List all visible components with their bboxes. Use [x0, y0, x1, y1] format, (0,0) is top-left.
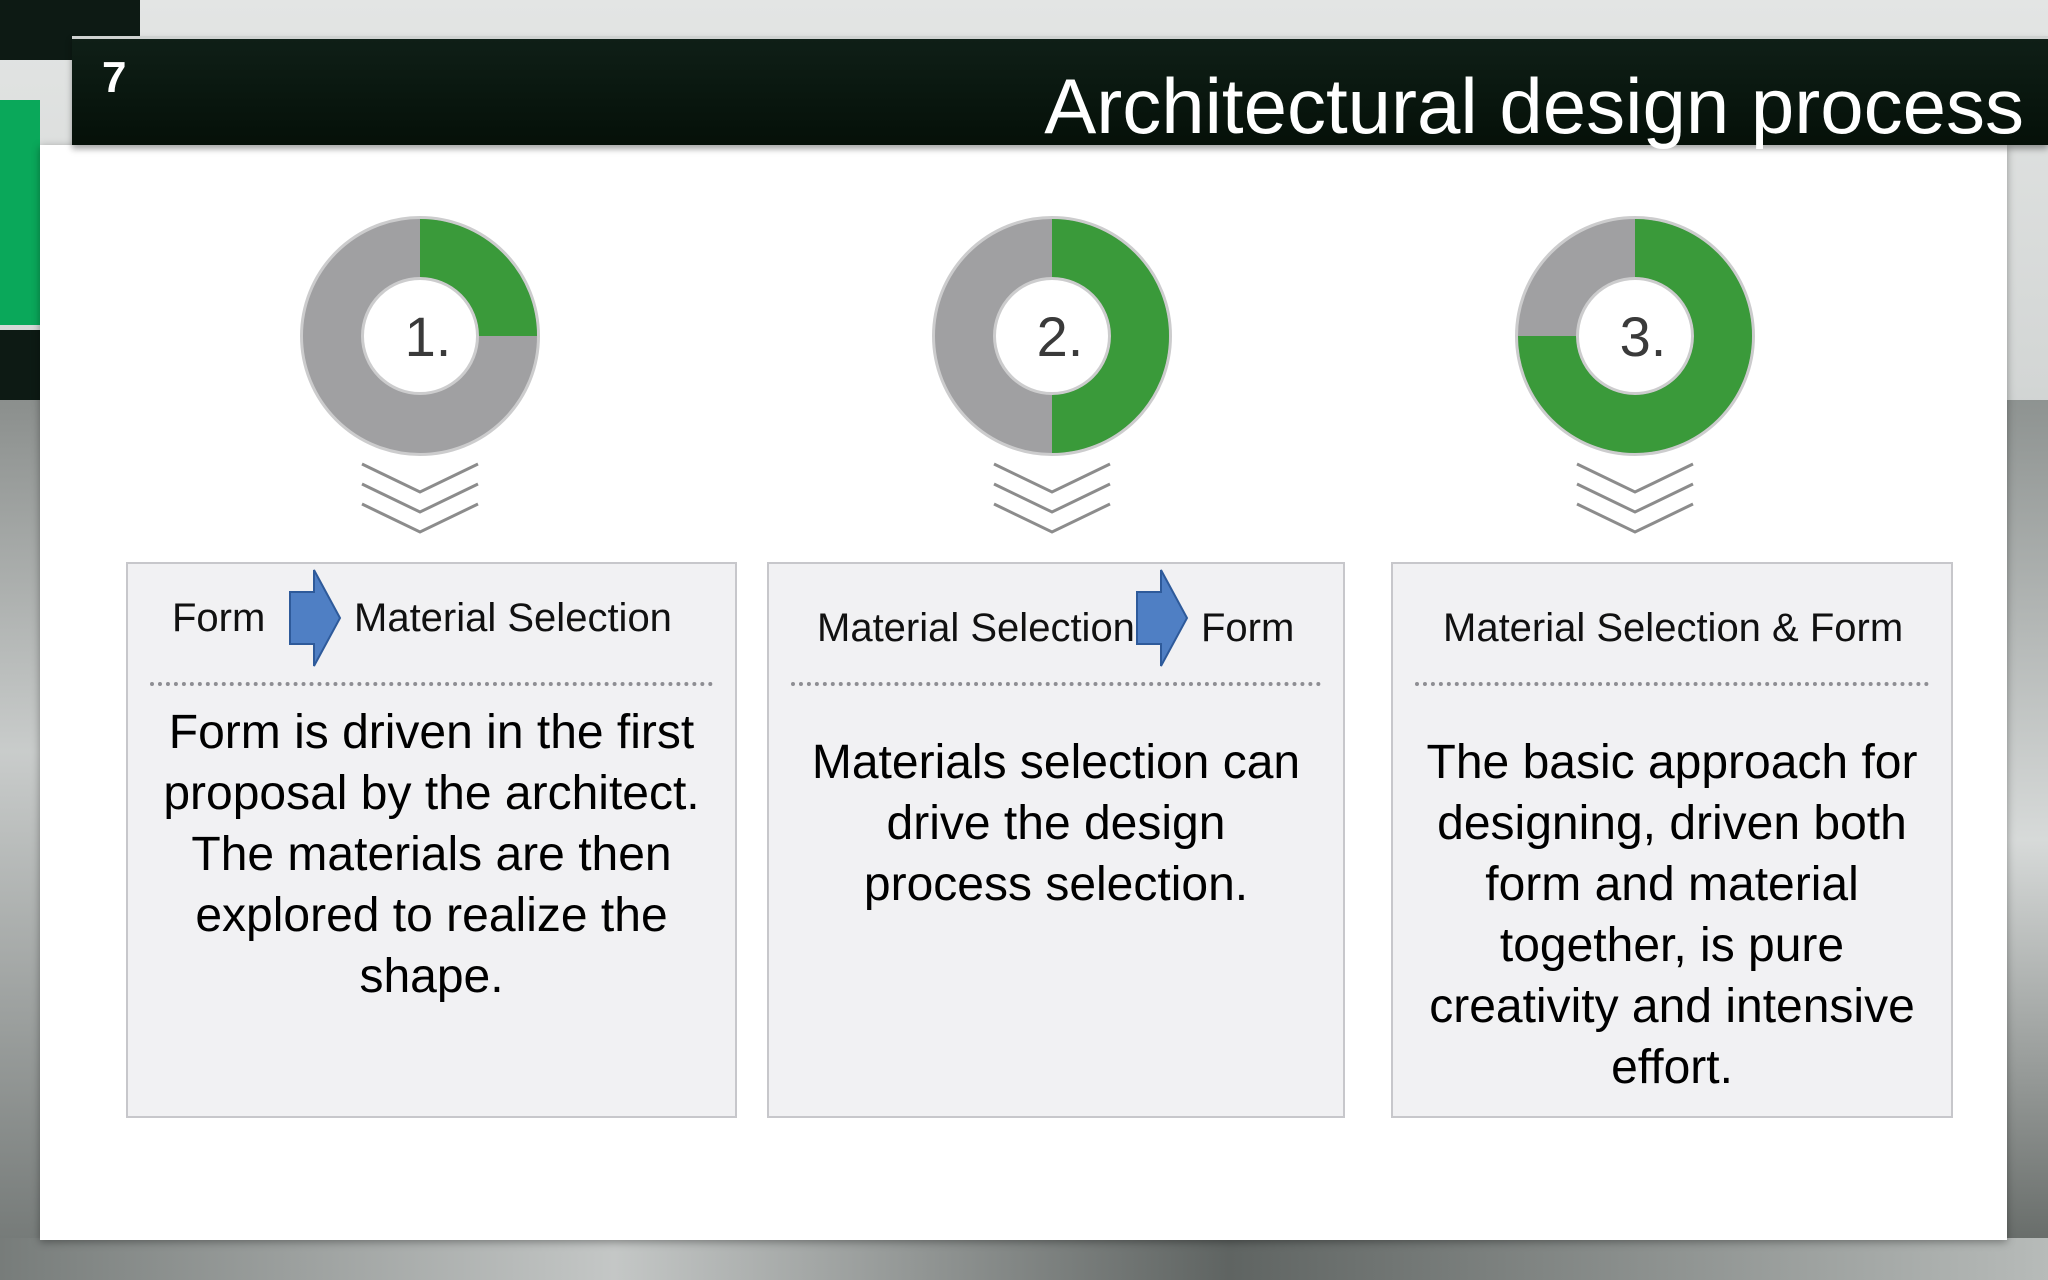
step-1-header-from: Form — [172, 596, 266, 640]
step-1-header: Form Material Selection — [128, 564, 735, 684]
step-2-chevron-icon — [990, 458, 1114, 547]
step-2-divider — [791, 682, 1321, 686]
step-3-header-text: Material Selection & Form — [1443, 606, 1904, 650]
step-3-number: 3. — [1620, 305, 1667, 368]
step-3-description: The basic approach for designing, driven… — [1426, 736, 1918, 1094]
step-1-card: Form Material Selection Form is driven i… — [126, 562, 737, 1118]
step-3-divider — [1415, 682, 1929, 686]
step-1-number: 1. — [405, 305, 452, 368]
step-2-header-from: Material Selection — [817, 606, 1135, 650]
step-1-header-to: Material Selection — [354, 596, 672, 640]
step-3-header: Material Selection & Form — [1393, 564, 1951, 684]
slide-number: 7 — [102, 53, 127, 102]
background-photo-left — [0, 400, 40, 1280]
background-photo-right — [2003, 400, 2048, 1280]
right-arrow-icon — [286, 568, 344, 673]
step-2-number: 2. — [1037, 305, 1084, 368]
background-photo-bottom — [0, 1238, 2048, 1280]
slide-title: Architectural design process — [1044, 62, 2024, 150]
step-3-chevron-icon — [1573, 458, 1697, 547]
title-bar: 7 Architectural design process — [72, 36, 2048, 145]
step-3-donut: 3. — [1515, 216, 1755, 456]
step-2-header-to: Form — [1201, 606, 1295, 650]
background-dark-strip — [0, 330, 40, 400]
step-1-chevron-icon — [358, 458, 482, 547]
step-2-card: Material Selection Form Materials select… — [767, 562, 1345, 1118]
step-1-donut: 1. — [300, 216, 540, 456]
step-3-card: Material Selection & Form The basic appr… — [1391, 562, 1953, 1118]
step-1-description: Form is driven in the first proposal by … — [163, 706, 700, 1003]
right-arrow-icon — [1133, 568, 1191, 673]
step-2-donut: 2. — [932, 216, 1172, 456]
step-2-description: Materials selection can drive the design… — [811, 736, 1301, 911]
background-green-strip — [0, 100, 40, 325]
step-2-header: Material Selection Form — [769, 564, 1343, 684]
step-1-divider — [150, 682, 713, 686]
